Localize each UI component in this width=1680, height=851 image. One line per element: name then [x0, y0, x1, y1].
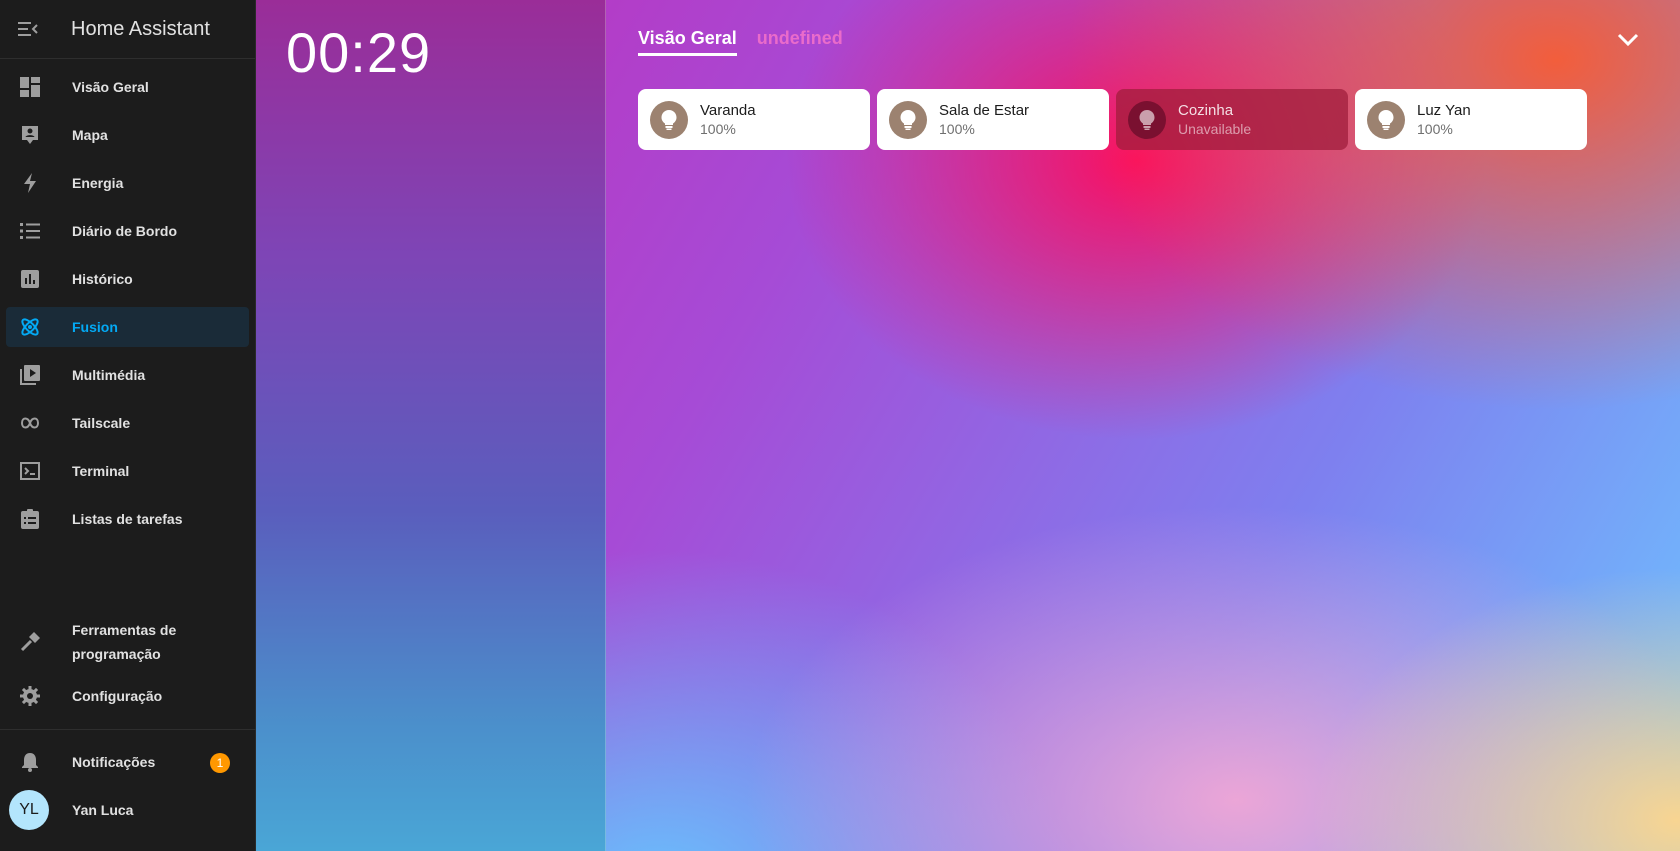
sidebar-item-user[interactable]: YL Yan Luca [6, 790, 250, 830]
sidebar-item-label: Fusion [72, 319, 118, 335]
light-card-sala-de-estar[interactable]: Sala de Estar 100% [877, 89, 1109, 150]
sidebar-item-notifications[interactable]: Notificações 1 [6, 742, 250, 782]
sidebar-nav: Visão Geral Mapa Energia Diário de Bordo… [0, 59, 255, 539]
tab-undefined[interactable]: undefined [757, 28, 843, 56]
sidebar-item-devtools[interactable]: Ferramentas de programação [6, 616, 250, 668]
tailscale-icon [6, 415, 50, 431]
light-card-varanda[interactable]: Varanda 100% [638, 89, 870, 150]
card-name: Cozinha [1178, 101, 1234, 119]
bell-icon [6, 752, 50, 772]
app-title: Home Assistant [71, 17, 210, 40]
sidebar-divider [0, 729, 256, 730]
list-icon [6, 223, 50, 239]
sidebar-header: Home Assistant [0, 0, 255, 59]
sidebar-item-diario[interactable]: Diário de Bordo [6, 211, 249, 251]
sidebar-item-label: Tailscale [72, 415, 131, 431]
avatar: YL [9, 790, 49, 830]
user-name: Yan Luca [72, 802, 134, 818]
clock-time: 00:29 [286, 21, 432, 84]
chart-box-icon [6, 270, 50, 288]
devtools-label-line2: programação [72, 646, 161, 662]
dashboard-main: 00:29 Visão Geral undefined Varanda 100%… [256, 0, 1680, 851]
sidebar-item-label: Diário de Bordo [72, 223, 178, 239]
sidebar-item-visao-geral[interactable]: Visão Geral [6, 67, 249, 107]
sidebar-item-label: Energia [72, 175, 124, 191]
card-name: Luz Yan [1417, 101, 1471, 119]
sidebar-item-label: Listas de tarefas [72, 511, 183, 527]
sidebar: Home Assistant Visão Geral Mapa Energia … [0, 0, 256, 851]
notification-badge: 1 [210, 753, 230, 773]
card-state: 100% [700, 120, 736, 137]
view-tabs: Visão Geral undefined [638, 28, 843, 56]
sidebar-item-listas[interactable]: Listas de tarefas [6, 499, 249, 539]
card-name: Sala de Estar [939, 101, 1030, 119]
hammer-icon [6, 632, 50, 652]
menu-collapse-button[interactable] [0, 0, 56, 59]
dashboard-icon [6, 77, 50, 97]
map-icon [6, 125, 50, 145]
sidebar-item-mapa[interactable]: Mapa [6, 115, 249, 155]
lightbulb-icon [1367, 100, 1405, 139]
sidebar-item-energia[interactable]: Energia [6, 163, 249, 203]
play-box-icon [6, 365, 50, 385]
atom-icon [6, 316, 50, 338]
devtools-label-line1: Ferramentas de [72, 622, 177, 638]
sidebar-item-config[interactable]: Configuração [6, 676, 250, 716]
sidebar-item-label: Visão Geral [72, 79, 149, 95]
sidebar-item-label: Notificações [72, 754, 156, 770]
sidebar-item-label: Multimédia [72, 367, 146, 383]
sidebar-item-fusion[interactable]: Fusion [6, 307, 249, 347]
light-card-luz-yan[interactable]: Luz Yan 100% [1355, 89, 1587, 150]
clock-panel: 00:29 [256, 0, 606, 851]
menu-collapse-icon [18, 22, 38, 36]
expand-button[interactable] [1614, 28, 1642, 52]
clipboard-list-icon [6, 509, 50, 529]
card-text: Luz Yan 100% [1417, 101, 1471, 139]
sidebar-item-label: Mapa [72, 127, 108, 143]
card-text: Sala de Estar 100% [939, 101, 1029, 139]
card-text: Cozinha Unavailable [1178, 101, 1251, 139]
lightbulb-icon [1128, 100, 1166, 139]
sidebar-item-tailscale[interactable]: Tailscale [6, 403, 249, 443]
sidebar-item-label: Terminal [72, 463, 130, 479]
sidebar-item-label: Ferramentas de programação [72, 618, 176, 666]
card-text: Varanda 100% [700, 101, 756, 139]
sidebar-footer: Notificações 1 YL Yan Luca [0, 742, 256, 838]
sidebar-item-historico[interactable]: Histórico [6, 259, 249, 299]
gear-icon [6, 686, 50, 706]
sidebar-bottom: Ferramentas de programação Configuração [0, 612, 256, 724]
sidebar-item-label: Configuração [72, 688, 163, 704]
card-name: Varanda [700, 101, 756, 119]
sidebar-item-terminal[interactable]: Terminal [6, 451, 249, 491]
chevron-down-icon [1617, 33, 1639, 47]
light-card-cozinha[interactable]: Cozinha Unavailable [1116, 89, 1348, 150]
sidebar-item-multimedia[interactable]: Multimédia [6, 355, 249, 395]
terminal-icon [6, 462, 50, 480]
card-state: Unavailable [1178, 120, 1252, 137]
lightbulb-icon [889, 100, 927, 139]
avatar-wrap: YL [6, 790, 50, 830]
card-state: 100% [1417, 120, 1453, 137]
lightbulb-icon [650, 100, 688, 139]
light-cards: Varanda 100% Sala de Estar 100% Cozinha … [638, 89, 1587, 150]
tab-visao-geral[interactable]: Visão Geral [638, 28, 737, 56]
lightning-icon [6, 173, 50, 193]
card-state: 100% [939, 120, 975, 137]
sidebar-item-label: Histórico [72, 271, 133, 287]
